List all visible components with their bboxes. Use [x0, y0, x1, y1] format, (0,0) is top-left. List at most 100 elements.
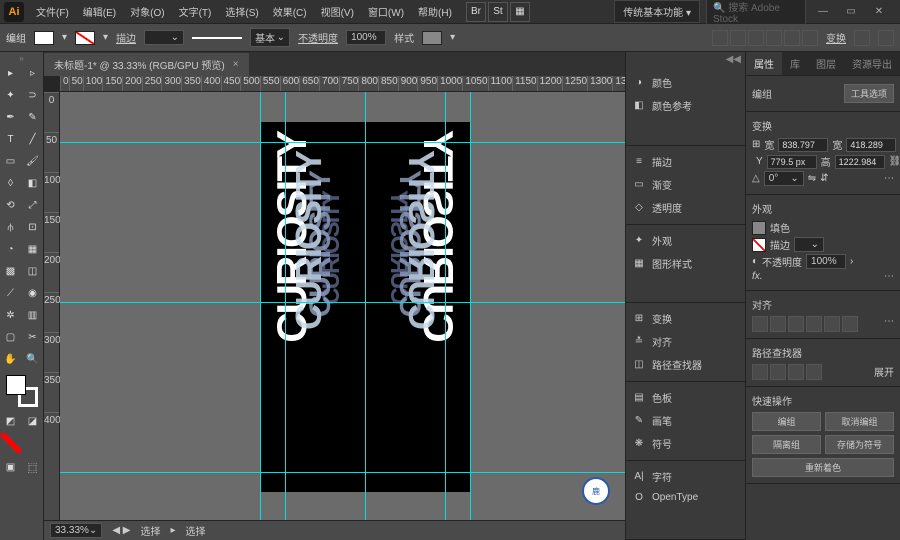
tab-properties[interactable]: 属性: [746, 52, 782, 75]
arrange-button[interactable]: ▦: [510, 2, 530, 22]
menu-edit[interactable]: 编辑(E): [77, 1, 122, 22]
guide[interactable]: [60, 142, 625, 143]
guide[interactable]: [260, 92, 261, 520]
fill-color[interactable]: [752, 221, 766, 235]
styleset-label[interactable]: 样式: [394, 30, 414, 45]
color-mode[interactable]: ◩: [1, 411, 21, 431]
menu-type[interactable]: 文字(T): [173, 1, 218, 22]
eraser-tool[interactable]: ◧: [23, 173, 43, 193]
panel-描边[interactable]: ≡描边: [630, 150, 741, 173]
align-t[interactable]: [806, 316, 822, 332]
tab-layers[interactable]: 图层: [808, 52, 844, 75]
align-r[interactable]: [788, 316, 804, 332]
free-transform-tool[interactable]: ⊡: [23, 217, 43, 237]
fill-swatch[interactable]: [34, 31, 54, 45]
change-screen[interactable]: ⿴: [23, 457, 43, 477]
panel-渐变[interactable]: ▭渐变: [630, 173, 741, 196]
art-text-4[interactable]: CURIOSITY: [318, 192, 346, 305]
perspective-tool[interactable]: ▦: [23, 239, 43, 259]
none-mode[interactable]: [1, 433, 21, 453]
window-minimize[interactable]: —: [812, 6, 834, 17]
panel-透明度[interactable]: ◇透明度: [630, 196, 741, 219]
eyedropper-tool[interactable]: ⟋: [1, 283, 21, 303]
menu-effect[interactable]: 效果(C): [267, 1, 313, 22]
magic-wand-tool[interactable]: ✦: [1, 85, 21, 105]
align-bottom[interactable]: [802, 30, 818, 46]
curvature-tool[interactable]: ✎: [23, 107, 43, 127]
more-options-icon[interactable]: ⋯: [884, 173, 894, 184]
guide[interactable]: [60, 472, 625, 473]
rectangle-tool[interactable]: ▭: [1, 151, 21, 171]
align-c[interactable]: [770, 316, 786, 332]
bridge-button[interactable]: Br: [466, 2, 486, 22]
canvas[interactable]: CURIOSITY CURIOSITY CURIOSITY CURIOSITY …: [60, 92, 625, 520]
fill-stroke-control[interactable]: [6, 375, 38, 407]
transform-link[interactable]: 变换: [826, 30, 846, 45]
clip-button[interactable]: [878, 30, 894, 46]
panel-路径查找器[interactable]: ◫路径查找器: [630, 353, 741, 376]
panel-色板[interactable]: ▤色板: [630, 386, 741, 409]
ruler-vertical[interactable]: 050100150200250300350400: [44, 92, 60, 520]
width-tool[interactable]: ⫛: [1, 217, 21, 237]
panel-颜色参考[interactable]: ◧颜色参考: [630, 94, 741, 117]
stroke-swatch[interactable]: [75, 31, 95, 45]
ruler-horizontal[interactable]: 0501001502002503003504004505005506006507…: [60, 76, 625, 92]
shape-builder-tool[interactable]: ◔: [1, 239, 21, 259]
pf-exclude[interactable]: [806, 364, 822, 380]
window-close[interactable]: ✕: [868, 6, 890, 17]
pf-unite[interactable]: [752, 364, 768, 380]
close-tab-icon[interactable]: ×: [233, 59, 239, 70]
tab-libraries[interactable]: 库: [782, 52, 808, 75]
qa-recolor[interactable]: 重新着色: [752, 458, 894, 477]
y-input[interactable]: [767, 155, 817, 169]
panel-字符[interactable]: A|字符: [630, 465, 741, 488]
qa-isolate[interactable]: 隔离组: [752, 435, 821, 454]
gradient-tool[interactable]: ◫: [23, 261, 43, 281]
document-tab[interactable]: 未标题-1* @ 33.33% (RGB/GPU 预览)×: [44, 53, 249, 76]
more-icon[interactable]: ⋯: [884, 271, 894, 282]
guide[interactable]: [365, 92, 366, 520]
mesh-tool[interactable]: ▩: [1, 261, 21, 281]
guide[interactable]: [470, 92, 471, 520]
qa-ungroup[interactable]: 取消编组: [825, 412, 894, 431]
tab-asset-export[interactable]: 资源导出: [844, 52, 900, 75]
align-vcenter[interactable]: [784, 30, 800, 46]
menu-window[interactable]: 窗口(W): [362, 1, 410, 22]
align-b[interactable]: [842, 316, 858, 332]
opacity-field[interactable]: 100%: [806, 254, 846, 269]
zoom-tool[interactable]: 🔍: [23, 349, 43, 369]
brush-preview[interactable]: [192, 37, 242, 39]
paintbrush-tool[interactable]: 🖌: [23, 151, 43, 171]
panel-图形样式[interactable]: ▦图形样式: [630, 252, 741, 275]
pen-tool[interactable]: ✒: [1, 107, 21, 127]
panel-画笔[interactable]: ✎画笔: [630, 409, 741, 432]
slice-tool[interactable]: ✂: [23, 327, 43, 347]
flip-h-icon[interactable]: ⇋: [808, 173, 816, 184]
panel-颜色[interactable]: ◑颜色: [630, 71, 741, 94]
angle-input[interactable]: 0°⌄: [764, 171, 804, 186]
flip-v-icon[interactable]: ⇵: [820, 173, 828, 184]
qa-save-symbol[interactable]: 存储为符号: [825, 435, 894, 454]
x-input[interactable]: [846, 138, 896, 152]
align-top[interactable]: [766, 30, 782, 46]
panel-对齐[interactable]: ≛对齐: [630, 330, 741, 353]
menu-help[interactable]: 帮助(H): [412, 1, 458, 22]
guide[interactable]: [445, 92, 446, 520]
panel-变换[interactable]: ⊞变换: [630, 307, 741, 330]
guide[interactable]: [60, 302, 625, 303]
art-text-8[interactable]: CURIOSITY: [384, 192, 412, 305]
tool-options-button[interactable]: 工具选项: [844, 84, 894, 103]
panel-外观[interactable]: ✦外观: [630, 229, 741, 252]
lasso-tool[interactable]: ⊃: [23, 85, 43, 105]
height-input[interactable]: [835, 155, 885, 169]
align-m[interactable]: [824, 316, 840, 332]
qa-group[interactable]: 编组: [752, 412, 821, 431]
pf-intersect[interactable]: [788, 364, 804, 380]
rotate-tool[interactable]: ⟲: [1, 195, 21, 215]
menu-file[interactable]: 文件(F): [30, 1, 75, 22]
symbol-sprayer-tool[interactable]: ✲: [1, 305, 21, 325]
menu-select[interactable]: 选择(S): [219, 1, 264, 22]
opacity-label[interactable]: 不透明度: [298, 30, 338, 45]
width-input[interactable]: [778, 138, 828, 152]
scale-tool[interactable]: ⤢: [23, 195, 43, 215]
